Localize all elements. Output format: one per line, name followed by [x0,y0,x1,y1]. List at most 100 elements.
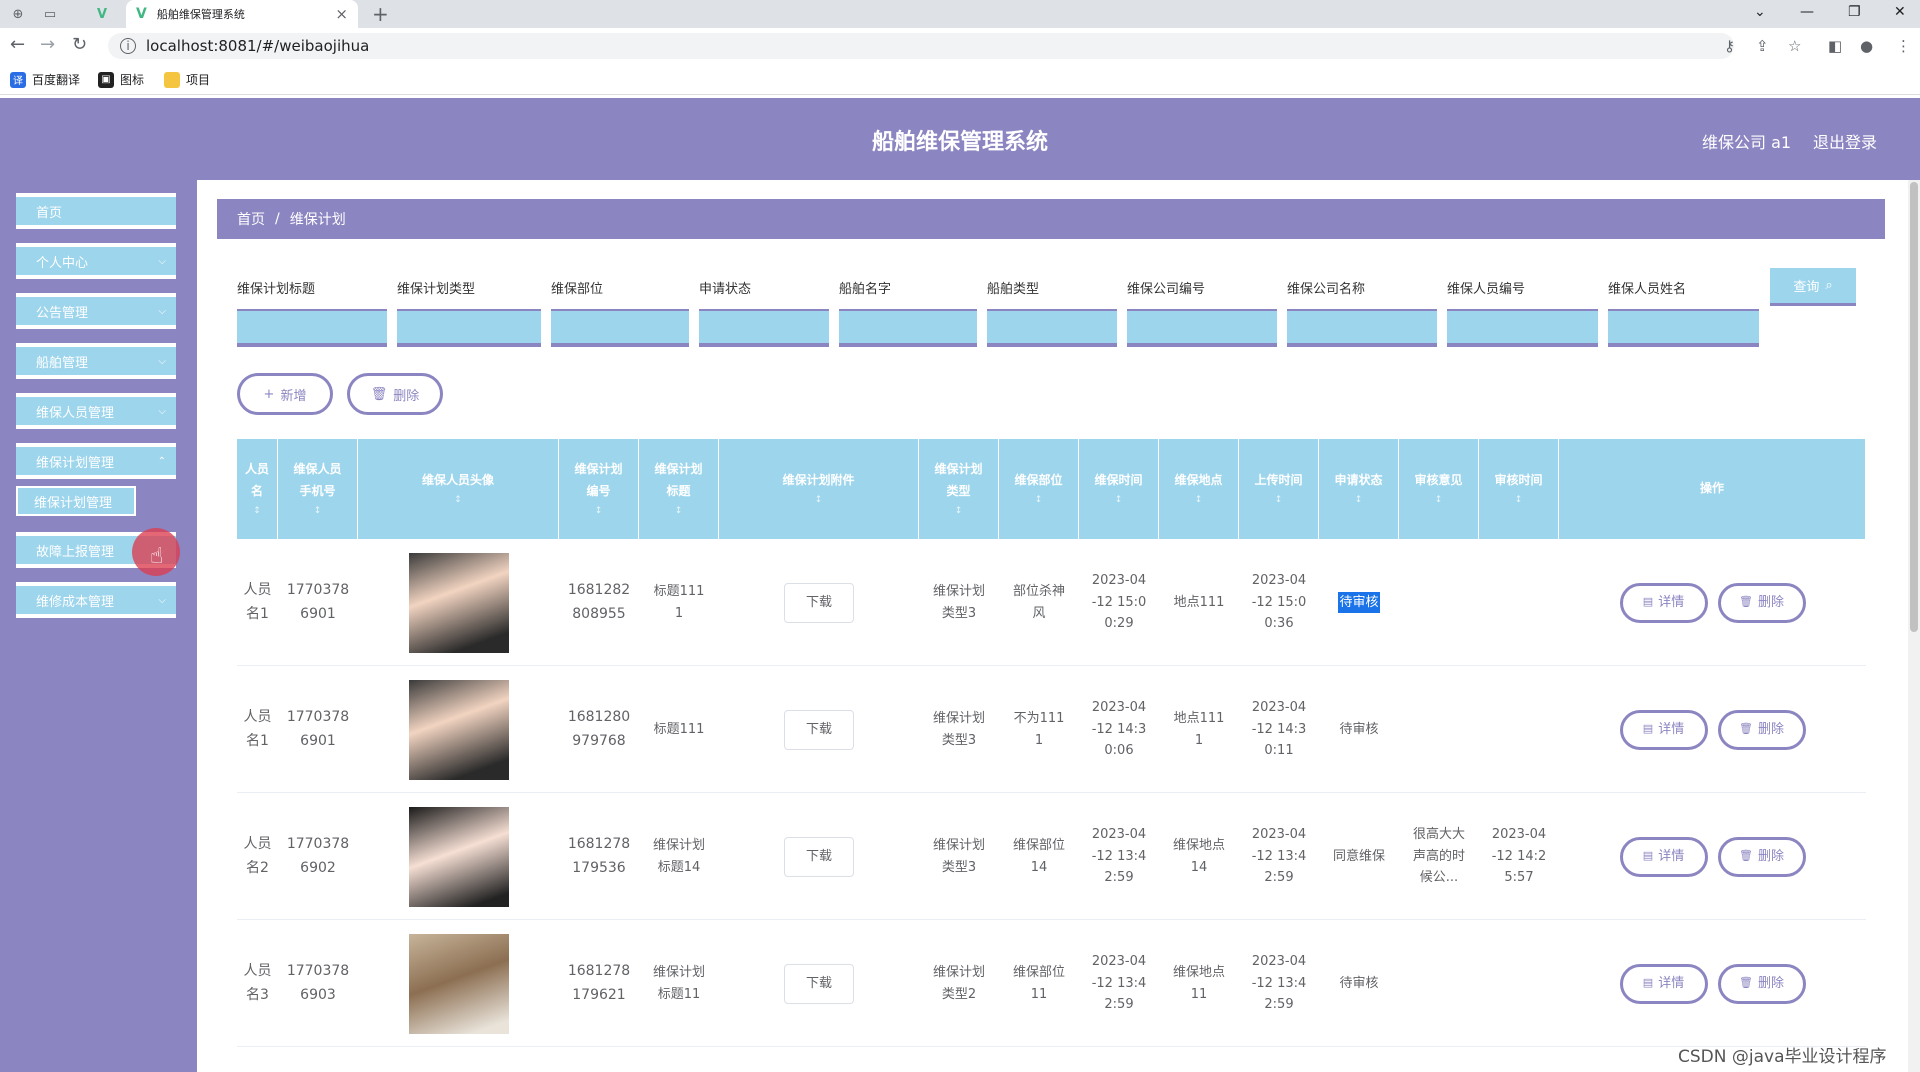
filter-input-ship-name[interactable] [839,309,977,347]
sidebar-item-ships[interactable]: 船舶管理 ⌵ [16,343,176,379]
filter-input-staff-no[interactable] [1447,309,1598,347]
column-header-text: 上传时间 [1254,473,1303,488]
sidebar-item-personal-center[interactable]: 个人中心 ⌵ [16,243,176,279]
filter-input-status[interactable] [699,309,829,347]
download-button[interactable]: 下载 [784,709,854,750]
sort-icon[interactable]: ↕ [1195,492,1203,508]
avatar[interactable] [408,806,509,907]
forward-icon[interactable]: → [40,34,55,55]
column-header[interactable]: 维保计划 编号 ↕ [559,439,639,539]
column-header[interactable]: 维保人员 手机号 ↕ [278,439,358,539]
bookmark-project[interactable]: ■ 项目 [164,71,210,88]
plus-icon: + [263,386,275,402]
pinned-tab-icon[interactable]: ▭ [40,4,60,24]
sort-icon[interactable]: ↕ [1115,492,1123,508]
key-icon[interactable]: ⚷ [1724,37,1735,55]
avatar[interactable] [408,552,509,653]
sort-icon[interactable]: ↕ [1035,492,1043,508]
sidebar-item-plans[interactable]: 维保计划管理 ⌃ [16,443,176,479]
sort-icon[interactable]: ↕ [1515,492,1523,508]
profile-icon[interactable]: ● [1860,37,1873,55]
filter-input-part[interactable] [551,309,689,347]
filter-input-company-no[interactable] [1127,309,1277,347]
sort-icon[interactable]: ↕ [1435,492,1443,508]
column-header[interactable]: 维保部位 ↕ [999,439,1079,539]
filter-input-ship-type[interactable] [987,309,1117,347]
active-tab[interactable]: V 船舶维保管理系统 × [126,0,358,28]
detail-button[interactable]: ▤ 详情 [1619,963,1708,1004]
sort-icon[interactable]: ↕ [955,503,963,519]
logout-link[interactable]: 退出登录 [1813,129,1877,153]
add-button[interactable]: + 新增 [237,373,333,415]
avatar-cell [358,793,559,920]
close-tab-icon[interactable]: × [335,5,348,23]
attachment-cell: 下载 [719,920,919,1047]
column-header[interactable]: 审核时间 ↕ [1479,439,1559,539]
column-header[interactable]: 审核意见 ↕ [1399,439,1479,539]
sort-icon[interactable]: ↕ [815,492,823,508]
share-icon[interactable]: ⇪ [1756,37,1769,55]
download-button[interactable]: 下载 [784,963,854,1004]
url-input[interactable]: i localhost:8081/#/weibaojihua [108,33,1734,59]
sort-icon[interactable]: ↕ [595,503,603,519]
side-panel-icon[interactable]: ◧ [1828,37,1842,55]
delete-button[interactable]: 🗑 删除 [1717,709,1806,750]
site-info-icon[interactable]: i [120,38,136,54]
sort-icon[interactable]: ↕ [1275,492,1283,508]
tab-search-icon[interactable]: ⌄ [1754,4,1766,20]
cell-status: 同意维保 [1319,793,1399,920]
avatar[interactable] [408,933,509,1034]
column-header[interactable]: 申请状态 ↕ [1319,439,1399,539]
filter-input-staff-name[interactable] [1608,309,1759,347]
delete-button-label: 删除 [1757,975,1784,991]
delete-button[interactable]: 🗑 删除 [1717,836,1806,877]
sort-icon[interactable]: ↕ [454,492,462,508]
reload-icon[interactable]: ↻ [72,34,87,55]
column-header[interactable]: 上传时间 ↕ [1239,439,1319,539]
column-header[interactable]: 维保人员头像 ↕ [358,439,559,539]
column-header[interactable]: 维保计划 标题 ↕ [639,439,719,539]
filter-input-company-name[interactable] [1287,309,1437,347]
column-header[interactable]: 维保地点 ↕ [1159,439,1239,539]
vue-tab-icon[interactable]: V [92,4,112,24]
delete-button[interactable]: 🗑 删除 [1717,582,1806,623]
sidebar-item-staff[interactable]: 维保人员管理 ⌵ [16,393,176,429]
page-scrollbar-thumb[interactable] [1910,182,1918,632]
cell-phone: 1770378 6903 [278,920,358,1047]
browser-menu-icon[interactable]: ⊕ [8,4,28,24]
download-button[interactable]: 下载 [784,582,854,623]
sidebar-item-home[interactable]: 首页 [16,193,176,229]
back-icon[interactable]: ← [10,34,25,55]
sort-icon[interactable]: ↕ [314,503,322,519]
query-button[interactable]: 查询 ⌕ [1770,268,1856,306]
breadcrumb-home[interactable]: 首页 [237,209,265,229]
download-button[interactable]: 下载 [784,836,854,877]
sidebar-subitem-plan-management[interactable]: 维保计划管理 [16,486,136,516]
avatar[interactable] [408,679,509,780]
cell-name: 人员 名1 [237,666,278,793]
close-window-icon[interactable]: ✕ [1894,4,1906,20]
minimize-icon[interactable]: — [1800,4,1814,20]
delete-button[interactable]: 🗑 删除 [1717,963,1806,1004]
batch-delete-button[interactable]: 🗑 删除 [347,373,443,415]
column-header[interactable]: 维保时间 ↕ [1079,439,1159,539]
bookmark-icons[interactable]: ▣ 图标 [98,71,144,88]
new-tab-icon[interactable]: + [372,2,389,26]
sort-icon[interactable]: ↕ [1355,492,1363,508]
column-header[interactable]: 维保计划 类型 ↕ [919,439,999,539]
filter-input-plan-title[interactable] [237,309,387,347]
sort-icon[interactable]: ↕ [253,503,261,519]
detail-button[interactable]: ▤ 详情 [1619,709,1708,750]
detail-button[interactable]: ▤ 详情 [1619,582,1708,623]
detail-button[interactable]: ▤ 详情 [1619,836,1708,877]
browser-menu-dots-icon[interactable]: ⋮ [1896,37,1911,55]
bookmark-star-icon[interactable]: ☆ [1788,37,1801,55]
sidebar-item-repair-cost[interactable]: 维修成本管理 ⌵ [16,582,176,618]
sidebar-item-notice[interactable]: 公告管理 ⌵ [16,293,176,329]
filter-input-plan-type[interactable] [397,309,541,347]
column-header[interactable]: 人员名 ↕ [237,439,278,539]
bookmark-baidu-translate[interactable]: 译 百度翻译 [10,71,80,88]
sort-icon[interactable]: ↕ [675,503,683,519]
column-header[interactable]: 维保计划附件 ↕ [719,439,919,539]
restore-icon[interactable]: ❐ [1848,4,1861,20]
